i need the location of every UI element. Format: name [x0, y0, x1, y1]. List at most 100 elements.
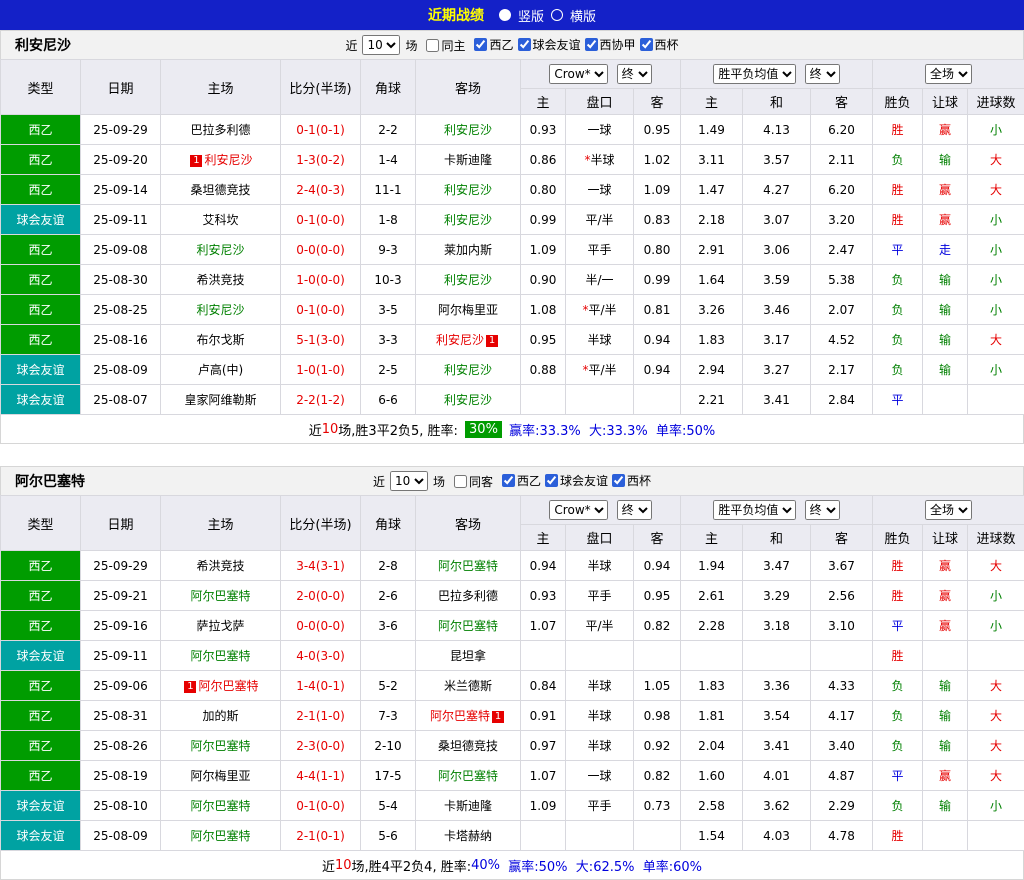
away-team-cell[interactable]: 利安尼沙 [416, 355, 521, 385]
score-cell[interactable]: 1-4(0-1) [281, 671, 361, 701]
avg-stage-select[interactable]: 终 [805, 64, 840, 84]
away-team-cell[interactable]: 利安尼沙 [416, 115, 521, 145]
home-team-cell[interactable]: 希洪竞技 [161, 551, 281, 581]
league-checkbox[interactable] [585, 38, 598, 51]
vertical-layout-label[interactable]: 竖版 [518, 6, 544, 25]
home-team-cell[interactable]: 阿尔巴塞特 [161, 791, 281, 821]
league-checkbox[interactable] [545, 474, 558, 487]
score-cell[interactable]: 0-0(0-0) [281, 235, 361, 265]
league-checkbox[interactable] [502, 474, 515, 487]
away-team-cell[interactable]: 阿尔巴塞特 [416, 551, 521, 581]
league-checkbox[interactable] [474, 38, 487, 51]
match-count-select[interactable]: 10 [362, 35, 400, 55]
away-team-cell[interactable]: 昆坦拿 [416, 641, 521, 671]
home-team-cell[interactable]: 利安尼沙 [161, 235, 281, 265]
score-cell[interactable]: 4-0(3-0) [281, 641, 361, 671]
score-cell[interactable]: 4-4(1-1) [281, 761, 361, 791]
score-cell[interactable]: 2-3(0-0) [281, 731, 361, 761]
odds-stage-select[interactable]: 终 [617, 500, 652, 520]
away-team-cell[interactable]: 巴拉多利德 [416, 581, 521, 611]
league-filter[interactable]: 球会友谊 [545, 472, 608, 489]
avg-source-select[interactable]: 胜平负均值 [713, 64, 796, 84]
score-cell[interactable]: 0-1(0-0) [281, 295, 361, 325]
away-team-cell[interactable]: 阿尔巴塞特 [416, 611, 521, 641]
odds-away-cell: 0.73 [634, 791, 681, 821]
home-team-cell[interactable]: 利安尼沙 [161, 295, 281, 325]
away-team-cell[interactable]: 阿尔梅里亚 [416, 295, 521, 325]
league-filter[interactable]: 西协甲 [585, 36, 636, 53]
away-team-cell[interactable]: 利安尼沙 [416, 265, 521, 295]
score-cell[interactable]: 1-0(1-0) [281, 355, 361, 385]
league-filter[interactable]: 西乙 [502, 472, 541, 489]
home-team-cell[interactable]: 布尔戈斯 [161, 325, 281, 355]
score-cell[interactable]: 1-3(0-2) [281, 145, 361, 175]
score-cell[interactable]: 5-1(3-0) [281, 325, 361, 355]
league-checkbox[interactable] [518, 38, 531, 51]
odds-away-cell: 1.09 [634, 175, 681, 205]
score-cell[interactable]: 2-4(0-3) [281, 175, 361, 205]
away-team-cell[interactable]: 卡塔赫纳 [416, 821, 521, 851]
league-checkbox[interactable] [612, 474, 625, 487]
home-team-cell[interactable]: 桑坦德竞技 [161, 175, 281, 205]
league-filter[interactable]: 西乙 [474, 36, 513, 53]
score-cell[interactable]: 2-1(1-0) [281, 701, 361, 731]
away-team-cell[interactable]: 利安尼沙 [416, 205, 521, 235]
away-team-cell[interactable]: 利安尼沙 [416, 175, 521, 205]
away-team-cell[interactable]: 卡斯迪隆 [416, 145, 521, 175]
fullmatch-select[interactable]: 全场 [925, 64, 972, 84]
home-team-cell[interactable]: 1阿尔巴塞特 [161, 671, 281, 701]
home-team-cell[interactable]: 萨拉戈萨 [161, 611, 281, 641]
vertical-layout-radio[interactable] [499, 9, 511, 21]
same-side-checkbox[interactable] [454, 475, 467, 488]
home-team-cell[interactable]: 阿尔巴塞特 [161, 731, 281, 761]
away-team-cell[interactable]: 阿尔巴塞特 [416, 761, 521, 791]
fullmatch-select[interactable]: 全场 [925, 500, 972, 520]
horizontal-layout-radio[interactable] [551, 9, 563, 21]
same-side-filter[interactable]: 同客 [454, 473, 493, 490]
score-cell[interactable]: 2-2(1-2) [281, 385, 361, 415]
score-cell[interactable]: 1-0(0-0) [281, 265, 361, 295]
away-team-cell[interactable]: 阿尔巴塞特1 [416, 701, 521, 731]
home-team-cell[interactable]: 阿尔梅里亚 [161, 761, 281, 791]
league-filter[interactable]: 西杯 [640, 36, 679, 53]
match-count-select[interactable]: 10 [390, 471, 428, 491]
score-cell[interactable]: 0-0(0-0) [281, 611, 361, 641]
home-team-cell[interactable]: 加的斯 [161, 701, 281, 731]
horizontal-layout-label[interactable]: 横版 [570, 6, 596, 25]
odds-handicap-cell [566, 385, 634, 415]
col-away: 客场 [416, 496, 521, 551]
home-team-cell[interactable]: 阿尔巴塞特 [161, 581, 281, 611]
odds-source-select[interactable]: Crow* [549, 500, 608, 520]
home-team-cell[interactable]: 1利安尼沙 [161, 145, 281, 175]
away-team-cell[interactable]: 利安尼沙 [416, 385, 521, 415]
home-team-cell[interactable]: 巴拉多利德 [161, 115, 281, 145]
away-team-cell[interactable]: 桑坦德竞技 [416, 731, 521, 761]
same-side-checkbox[interactable] [426, 39, 439, 52]
score-cell[interactable]: 2-1(0-1) [281, 821, 361, 851]
score-cell[interactable]: 0-1(0-0) [281, 205, 361, 235]
odds-source-select[interactable]: Crow* [549, 64, 608, 84]
league-checkbox[interactable] [640, 38, 653, 51]
home-team-cell[interactable]: 阿尔巴塞特 [161, 641, 281, 671]
away-team-cell[interactable]: 利安尼沙1 [416, 325, 521, 355]
avg-source-select[interactable]: 胜平负均值 [713, 500, 796, 520]
away-team-cell[interactable]: 米兰德斯 [416, 671, 521, 701]
home-team-cell[interactable]: 阿尔巴塞特 [161, 821, 281, 851]
corner-cell: 9-3 [361, 235, 416, 265]
avg-away-cell: 2.84 [811, 385, 873, 415]
avg-stage-select[interactable]: 终 [805, 500, 840, 520]
same-side-filter[interactable]: 同主 [426, 37, 465, 54]
score-cell[interactable]: 2-0(0-0) [281, 581, 361, 611]
home-team-cell[interactable]: 卢高(中) [161, 355, 281, 385]
home-team-cell[interactable]: 皇家阿维勒斯 [161, 385, 281, 415]
score-cell[interactable]: 0-1(0-0) [281, 791, 361, 821]
score-cell[interactable]: 0-1(0-1) [281, 115, 361, 145]
league-filter[interactable]: 西杯 [612, 472, 651, 489]
away-team-cell[interactable]: 莱加内斯 [416, 235, 521, 265]
home-team-cell[interactable]: 艾科坎 [161, 205, 281, 235]
home-team-cell[interactable]: 希洪竞技 [161, 265, 281, 295]
league-filter[interactable]: 球会友谊 [518, 36, 581, 53]
away-team-cell[interactable]: 卡斯迪隆 [416, 791, 521, 821]
score-cell[interactable]: 3-4(3-1) [281, 551, 361, 581]
odds-stage-select[interactable]: 终 [617, 64, 652, 84]
